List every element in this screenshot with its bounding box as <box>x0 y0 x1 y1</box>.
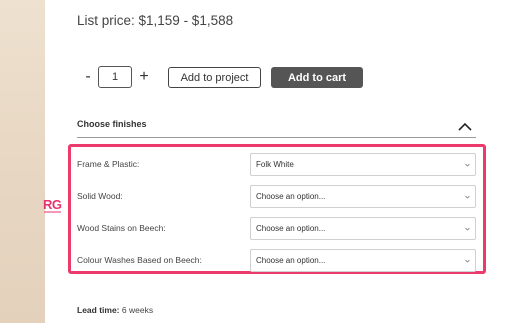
quantity-decrement-button[interactable]: - <box>80 68 96 86</box>
side-panel <box>0 0 45 323</box>
add-to-cart-button[interactable]: Add to cart <box>271 67 363 88</box>
quantity-increment-button[interactable]: + <box>136 68 152 86</box>
brand-logo: RG <box>43 197 62 212</box>
colour-washes-select[interactable]: Choose an option... <box>250 249 476 272</box>
brand-logo-underline <box>44 211 61 213</box>
lead-time-label: Lead time: <box>77 305 120 315</box>
finishes-title: Choose finishes <box>77 119 147 129</box>
select-value: Folk White <box>256 160 294 169</box>
select-value: Choose an option... <box>256 192 326 201</box>
finish-option-row: Wood Stains on Beech: Choose an option..… <box>77 217 477 241</box>
add-to-project-button[interactable]: Add to project <box>168 67 261 88</box>
chevron-down-icon <box>465 259 470 263</box>
lead-time-unit: weeks <box>129 305 154 315</box>
finish-option-label: Frame & Plastic: <box>77 159 140 169</box>
frame-plastic-select[interactable]: Folk White <box>250 153 476 176</box>
chevron-up-icon[interactable] <box>458 122 472 131</box>
chevron-down-icon <box>465 195 470 199</box>
wood-stains-select[interactable]: Choose an option... <box>250 217 476 240</box>
select-value: Choose an option... <box>256 256 326 265</box>
finishes-accordion-header[interactable]: Choose finishes <box>77 113 476 138</box>
quantity-input[interactable] <box>98 66 132 88</box>
finish-option-row: Solid Wood: Choose an option... <box>77 185 477 209</box>
solid-wood-select[interactable]: Choose an option... <box>250 185 476 208</box>
chevron-down-icon <box>465 227 470 231</box>
lead-time-value: 6 <box>121 305 127 315</box>
lead-time: Lead time: 6 weeks <box>77 305 153 315</box>
finish-option-label: Solid Wood: <box>77 191 123 201</box>
finish-option-label: Colour Washes Based on Beech: <box>77 255 202 265</box>
finish-option-row: Frame & Plastic: Folk White <box>77 153 477 177</box>
list-price: List price: $1,159 - $1,588 <box>77 13 234 28</box>
select-value: Choose an option... <box>256 224 326 233</box>
finish-option-row: Colour Washes Based on Beech: Choose an … <box>77 249 477 273</box>
chevron-down-icon <box>465 163 470 167</box>
finish-option-label: Wood Stains on Beech: <box>77 223 166 233</box>
